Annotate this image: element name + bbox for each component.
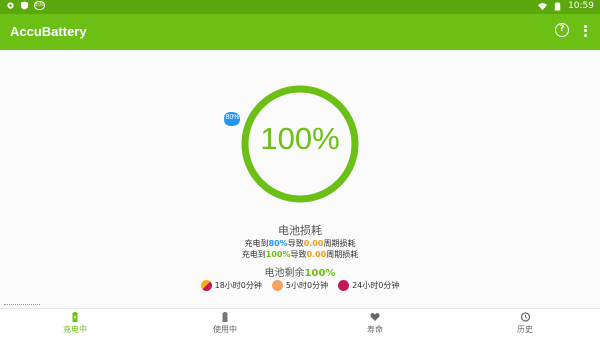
wifi-icon <box>538 2 548 10</box>
app-bar: AccuBattery ? <box>0 14 600 50</box>
history-icon <box>520 312 530 322</box>
time-screen-on: 18小时0分钟 <box>200 280 262 291</box>
wear-title: 电池损耗 <box>278 224 322 237</box>
sleep-icon <box>338 280 350 291</box>
screen-on-icon <box>200 280 212 291</box>
gear-icon <box>7 2 14 9</box>
battery-remaining: 电池剩余100% <box>264 268 336 279</box>
nav-tab-history[interactable]: 历史 <box>450 309 600 340</box>
nav-tab-discharging[interactable]: 使用中 <box>150 309 300 340</box>
heart-icon <box>370 313 380 321</box>
wear-line-80: 充电到80%导致0.00周期损耗 <box>244 239 356 248</box>
badge-label: 80% <box>225 114 240 121</box>
more-vertical-icon[interactable] <box>580 23 590 39</box>
screen-off-icon <box>271 280 283 291</box>
shield-icon <box>20 1 29 10</box>
battery-icon <box>554 1 561 11</box>
app-badge-icon: 100 <box>34 1 45 10</box>
help-icon[interactable]: ? <box>555 23 569 37</box>
charge-gauge: 100% <box>240 84 360 204</box>
charge-target-badge[interactable]: 80% <box>223 111 242 127</box>
app-title: AccuBattery <box>10 24 87 39</box>
main-content: 100% 80% 电池损耗 充电到80%导致0.00周期损耗 充电到100%导致… <box>0 50 600 308</box>
wear-line-100: 充电到100%导致0.00周期损耗 <box>241 250 359 259</box>
charge-percent: 100% <box>260 121 340 156</box>
divider <box>4 304 40 307</box>
nav-tab-health[interactable]: 寿命 <box>300 309 450 340</box>
status-bar: 100 10:59 <box>0 0 600 14</box>
time-sleep: 24小时0分钟 <box>338 280 399 291</box>
nav-tab-charging[interactable]: 充电中 <box>0 309 150 340</box>
bottom-nav: 充电中 使用中 寿命 历史 <box>0 308 600 340</box>
time-estimates: 18小时0分钟 5小时0分钟 24小时0分钟 <box>0 280 600 291</box>
battery-discharge-icon <box>222 312 228 322</box>
charging-icon <box>72 312 78 322</box>
status-time: 10:59 <box>568 1 594 11</box>
time-screen-off: 5小时0分钟 <box>271 280 328 291</box>
